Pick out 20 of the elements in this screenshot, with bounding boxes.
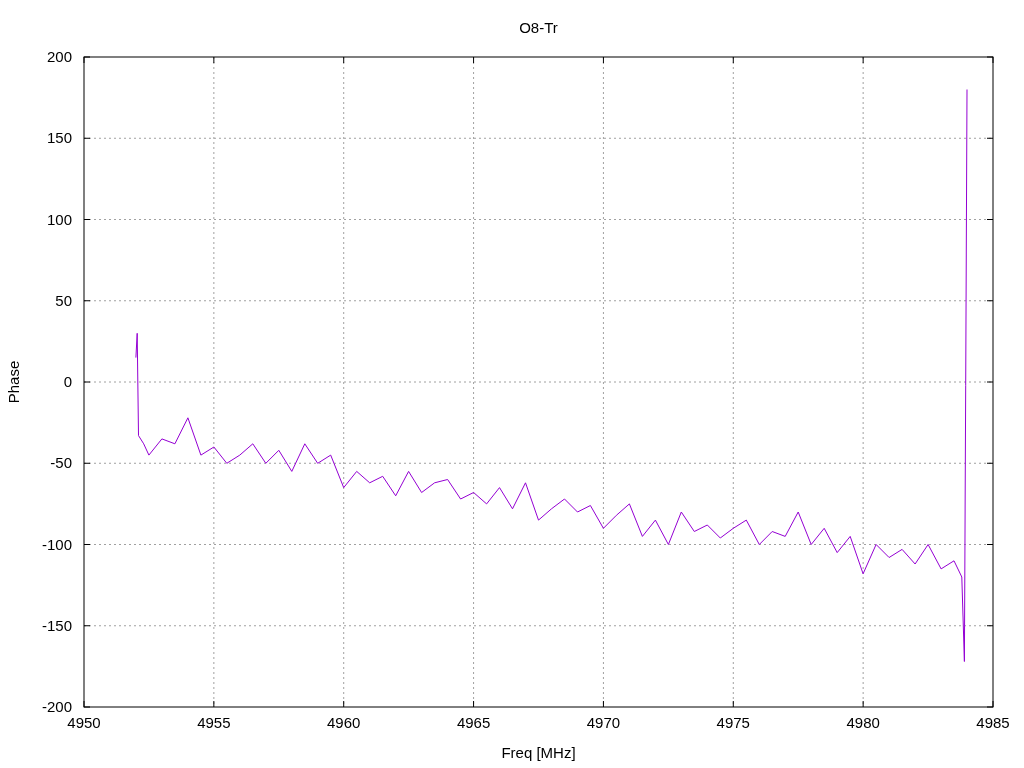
y-tick-label: 200 — [46, 48, 72, 65]
chart-title: O8-Tr — [519, 19, 558, 36]
x-tick-label: 4965 — [456, 714, 491, 731]
y-tick-label: -200 — [41, 698, 72, 715]
y-tick-label: 100 — [46, 210, 72, 228]
x-axis-label: Freq [MHz] — [501, 744, 576, 761]
y-tick-label: 150 — [46, 129, 72, 147]
x-tick-label: 4975 — [716, 714, 750, 731]
y-tick-label: -100 — [41, 535, 72, 553]
y-tick-label: -50 — [50, 454, 72, 472]
x-tick-label: 4950 — [67, 714, 101, 731]
x-tick-label: 4985 — [976, 714, 1010, 731]
x-tick-label: 4960 — [327, 714, 361, 731]
y-tick-label: 0 — [63, 373, 72, 390]
x-tick-label: 4980 — [846, 714, 880, 731]
y-tick-label: -150 — [41, 616, 72, 634]
x-tick-label: 4955 — [197, 714, 231, 731]
y-axis-label: Phase — [5, 360, 22, 404]
x-tick-label: 4970 — [586, 714, 621, 731]
y-tick-label: 50 — [55, 291, 72, 309]
